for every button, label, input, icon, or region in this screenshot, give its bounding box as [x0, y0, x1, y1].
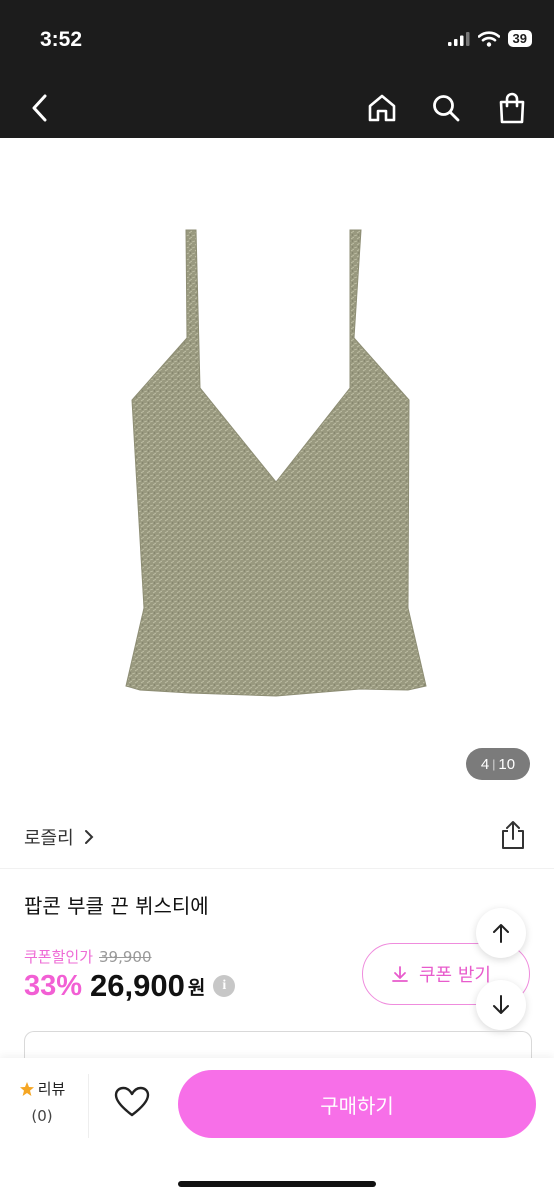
home-button[interactable] — [364, 90, 400, 126]
status-icons: 39 — [447, 30, 532, 47]
price-row: 33% 26,900 원 i — [24, 968, 236, 1004]
arrow-down-icon — [493, 995, 509, 1014]
brand-link[interactable]: 로즐리 — [24, 824, 94, 850]
home-indicator — [178, 1181, 376, 1187]
coupon-button-label: 쿠폰 받기 — [419, 965, 491, 986]
image-counter: 4 | 10 — [466, 748, 530, 780]
section-divider — [0, 868, 554, 869]
heart-icon — [114, 1086, 150, 1117]
currency-unit: 원 — [187, 976, 206, 999]
download-icon — [392, 966, 408, 982]
signal-icon — [447, 31, 470, 46]
review-label-row: 리뷰 — [14, 1078, 70, 1099]
top-nav-bar — [0, 80, 554, 138]
back-icon — [32, 94, 47, 122]
search-icon — [433, 95, 460, 122]
brand-row: 로즐리 — [0, 812, 554, 862]
sale-price: 26,900 — [90, 968, 185, 1003]
arrow-up-icon — [493, 924, 509, 943]
product-image — [125, 229, 427, 697]
discount-rate: 33% — [24, 969, 83, 1002]
image-total: 10 — [498, 755, 516, 773]
review-summary[interactable]: 리뷰 (0) — [14, 1078, 70, 1125]
image-counter-separator: | — [492, 757, 496, 771]
battery-indicator: 39 — [507, 30, 532, 47]
search-button[interactable] — [428, 90, 464, 126]
back-button[interactable] — [22, 90, 58, 126]
bottom-bar-divider — [88, 1074, 89, 1138]
status-time: 3:52 — [40, 28, 83, 51]
cart-button[interactable] — [494, 90, 530, 126]
share-icon — [502, 821, 524, 849]
shopping-bag-icon — [499, 92, 525, 124]
scroll-bottom-button[interactable] — [476, 980, 526, 1030]
chevron-right-icon — [84, 830, 94, 844]
image-current: 4 — [480, 755, 490, 773]
price-info-icon[interactable]: i — [213, 975, 236, 997]
star-icon — [19, 1081, 34, 1096]
wishlist-button[interactable] — [114, 1086, 150, 1122]
wifi-icon — [477, 30, 500, 47]
review-count: (0) — [31, 1107, 53, 1125]
status-bar: 3:52 39 — [0, 0, 554, 80]
coupon-price-label: 쿠폰할인가 39,900 — [24, 946, 152, 967]
review-label: 리뷰 — [37, 1080, 66, 1098]
home-icon — [368, 94, 396, 122]
bottom-action-bar: 리뷰 (0) 구매하기 — [0, 1058, 554, 1200]
buy-button[interactable]: 구매하기 — [178, 1070, 536, 1138]
scroll-top-button[interactable] — [476, 908, 526, 958]
product-title: 팝콘 부클 끈 뷔스티에 — [24, 894, 209, 918]
brand-name: 로즐리 — [24, 828, 74, 849]
share-button[interactable] — [500, 820, 526, 854]
original-price: 39,900 — [99, 948, 152, 966]
product-image-gallery[interactable] — [0, 138, 554, 798]
coupon-label-text: 쿠폰할인가 — [24, 948, 94, 966]
